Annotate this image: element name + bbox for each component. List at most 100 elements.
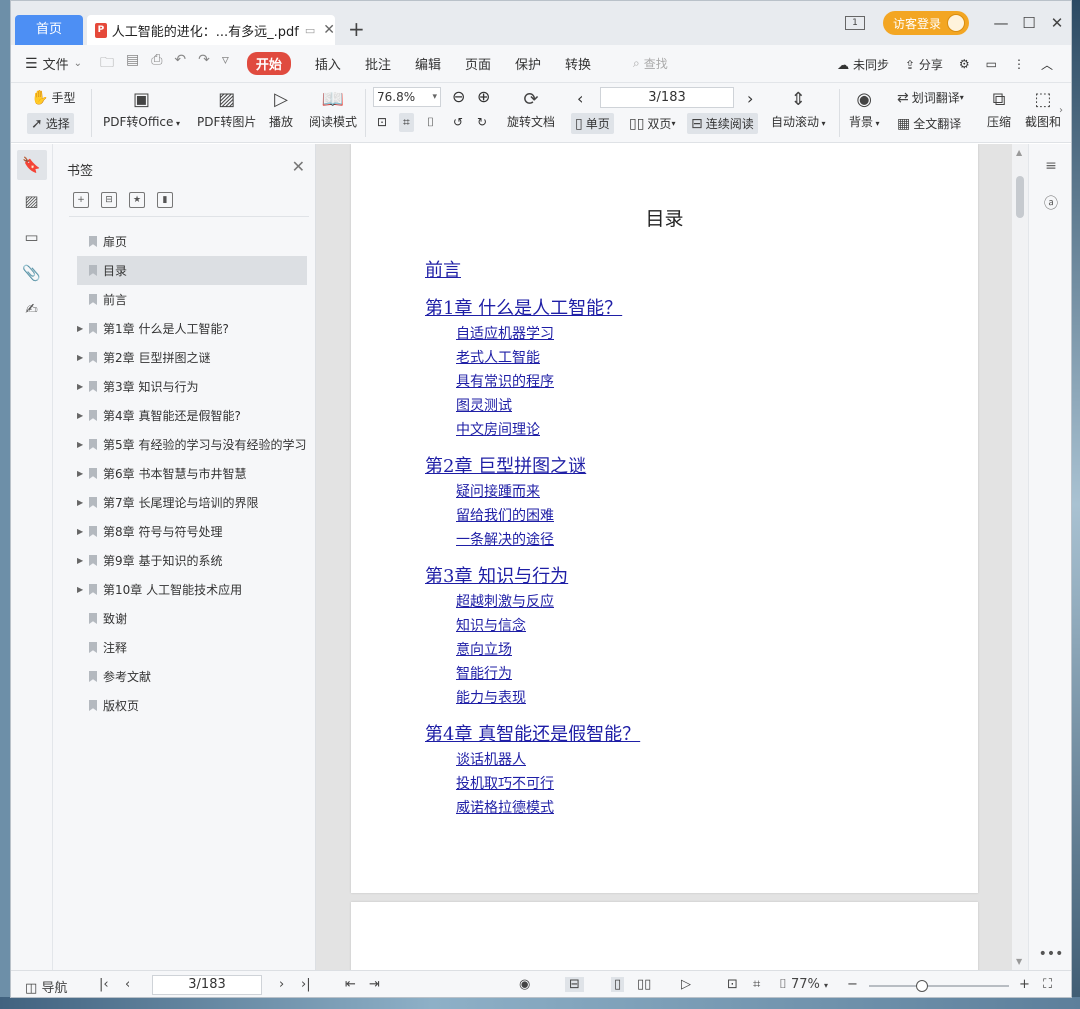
menu-item-start[interactable]: 开始 [246,52,291,75]
zoom-in-icon[interactable]: ⊕ [477,87,490,106]
zoom-out-icon-status[interactable]: − [847,977,858,992]
page-number-input[interactable]: 3/183 [600,87,734,108]
share-button[interactable]: ⇪ 分享 [905,56,943,73]
toc-section-link[interactable]: 自适应机器学习 [456,323,554,343]
bookmark-item[interactable]: ▶ 第4章 真智能还是假智能? [53,401,315,430]
toc-section-link[interactable]: 谈话机器人 [456,749,526,769]
add-bookmark-icon[interactable]: + [73,192,89,208]
zoom-out-icon[interactable]: ⊖ [452,87,465,106]
comment-icon[interactable]: ▭ [986,57,997,71]
bookmark-item[interactable]: ▶ 第2章 巨型拼图之谜 [53,343,315,372]
compress-button[interactable]: ⧉ 压缩 [987,89,1011,130]
pdf-to-office-button[interactable]: ▣ PDF转Office ▾ [103,89,180,130]
bookmark-item[interactable]: ▶ 第7章 长尾理论与培训的界限 [53,488,315,517]
actual-size-icon[interactable]: ⊡ [377,115,387,129]
bookmark-item[interactable]: ▶ 第6章 书本智慧与市井智慧 [53,459,315,488]
menu-item-convert[interactable]: 转换 [565,54,591,73]
expand-caret-icon[interactable]: ▶ [77,498,83,507]
search-input[interactable]: ⌕ 查找 [633,55,668,72]
scrollbar-thumb[interactable] [1016,176,1024,218]
zoom-select-status[interactable]: ⌷ 77% ▾ [779,977,828,992]
ai-search-icon[interactable]: ⓐ [1029,188,1071,220]
rotate-right-icon[interactable]: ↻ [477,115,487,129]
vertical-scrollbar[interactable]: ▲ ▼ [1012,144,1028,970]
background-button[interactable]: ◉ 背景 ▾ [849,89,880,130]
toc-section-link[interactable]: 老式人工智能 [456,347,540,367]
toc-section-link[interactable]: 中文房间理论 [456,419,540,439]
toc-chapter-link[interactable]: 第3章 知识与行为 [425,562,568,588]
single-page-button[interactable]: ▯ 单页 [571,113,614,134]
toc-section-link[interactable]: 意向立场 [456,639,512,659]
menu-item-page[interactable]: 页面 [465,54,491,73]
first-page-icon[interactable]: |‹ [99,977,109,992]
previous-page-icon-status[interactable]: ‹ [125,977,130,992]
bookmark-item[interactable]: 目录 [77,256,307,285]
scroll-down-icon[interactable]: ▼ [1016,957,1022,966]
print-icon[interactable]: ⎙ [151,52,162,76]
settings-icon[interactable]: ⚙ [959,57,970,71]
eye-protect-icon[interactable]: ◉ [519,977,530,992]
expand-caret-icon[interactable]: ▶ [77,411,83,420]
word-translate-button[interactable]: ⇄ 划词翻译 ▾ [897,89,964,106]
ribbon-scroll-right-icon[interactable]: › [1059,105,1063,116]
bookmark-item[interactable]: 注释 [53,633,315,662]
expand-caret-icon[interactable]: ▶ [77,556,83,565]
toc-section-link[interactable]: 投机取巧不可行 [456,773,554,793]
forward-icon[interactable]: ⇥ [369,977,380,992]
expand-caret-icon[interactable]: ▶ [77,353,83,362]
bookmark-item[interactable]: 参考文献 [53,662,315,691]
full-translate-button[interactable]: ▦ 全文翻译 [897,115,961,132]
tab-close-icon[interactable]: ✕ [323,22,335,38]
menu-item-protect[interactable]: 保护 [515,54,541,73]
toc-chapter-link[interactable]: 前言 [425,256,461,282]
toc-chapter-link[interactable]: 第1章 什么是人工智能？ [425,294,622,320]
double-page-button[interactable]: ▯▯ 双页 ▾ [629,115,675,132]
redo-icon[interactable]: ↷ [198,52,210,76]
continuous-read-button[interactable]: ⊟ 连续阅读 [687,113,758,134]
save-icon[interactable]: ▤ [126,52,139,76]
toc-section-link[interactable]: 一条解决的途径 [456,529,554,549]
play-icon-status[interactable]: ▷ [681,977,691,992]
bookmark-item[interactable]: ▶ 第9章 基于知识的系统 [53,546,315,575]
screenshot-button[interactable]: ⬚ 截图和 [1025,89,1061,130]
expand-caret-icon[interactable]: ▶ [77,469,83,478]
file-menu[interactable]: ☰ 文件 ⌄ [25,54,82,74]
status-page-input[interactable]: 3/183 [152,975,262,995]
toc-section-link[interactable]: 留给我们的困难 [456,505,554,525]
menu-item-edit[interactable]: 编辑 [415,54,441,73]
read-mode-button[interactable]: 📖 阅读模式 [309,89,357,130]
next-page-icon-status[interactable]: › [279,977,284,992]
open-folder-icon[interactable]: 🗀 [100,52,114,76]
attachment-icon[interactable]: 📎 [17,258,47,288]
toc-section-link[interactable]: 威诺格拉德模式 [456,797,554,817]
undo-icon[interactable]: ↶ [174,52,186,76]
scroll-up-icon[interactable]: ▲ [1016,148,1022,157]
close-icon[interactable]: ✕ [292,157,305,176]
expand-bookmark-icon[interactable]: ★ [129,192,145,208]
expand-caret-icon[interactable]: ▶ [77,527,83,536]
toc-section-link[interactable]: 图灵测试 [456,395,512,415]
more-horizontal-icon[interactable]: ••• [1029,946,1071,962]
back-icon[interactable]: ⇤ [345,977,356,992]
bookmark-panel-icon[interactable]: 🔖 [16,150,47,180]
single-page-mode-icon[interactable]: ▯ [611,977,625,992]
bookmark-item[interactable]: 致谢 [53,604,315,633]
bookmark-icon[interactable]: ▮ [157,192,173,208]
auto-scroll-button[interactable]: ⇕ 自动滚动 ▾ [771,89,826,130]
more-vertical-icon[interactable]: ⋮ [1013,57,1025,71]
zoom-slider-knob[interactable] [916,980,929,992]
toc-section-link[interactable]: 能力与表现 [456,687,526,707]
hand-tool-button[interactable]: ✋ 手型 [31,89,75,106]
expand-caret-icon[interactable]: ▶ [77,324,83,333]
double-page-mode-icon[interactable]: ▯▯ [637,977,651,992]
bookmark-item[interactable]: ▶ 第5章 有经验的学习与没有经验的学习 [53,430,315,459]
window-layout-icon[interactable]: 1 [844,16,865,30]
tab-home[interactable]: 首页 [15,15,83,45]
expand-caret-icon[interactable]: ▶ [77,440,83,449]
toc-section-link[interactable]: 知识与信念 [456,615,526,635]
toc-section-link[interactable]: 智能行为 [456,663,512,683]
bookmark-item[interactable]: 扉页 [53,227,315,256]
collapse-ribbon-icon[interactable]: ︿ [1041,56,1053,73]
bookmark-item[interactable]: ▶ 第10章 人工智能技术应用 [53,575,315,604]
toc-chapter-link[interactable]: 第2章 巨型拼图之谜 [425,452,586,478]
